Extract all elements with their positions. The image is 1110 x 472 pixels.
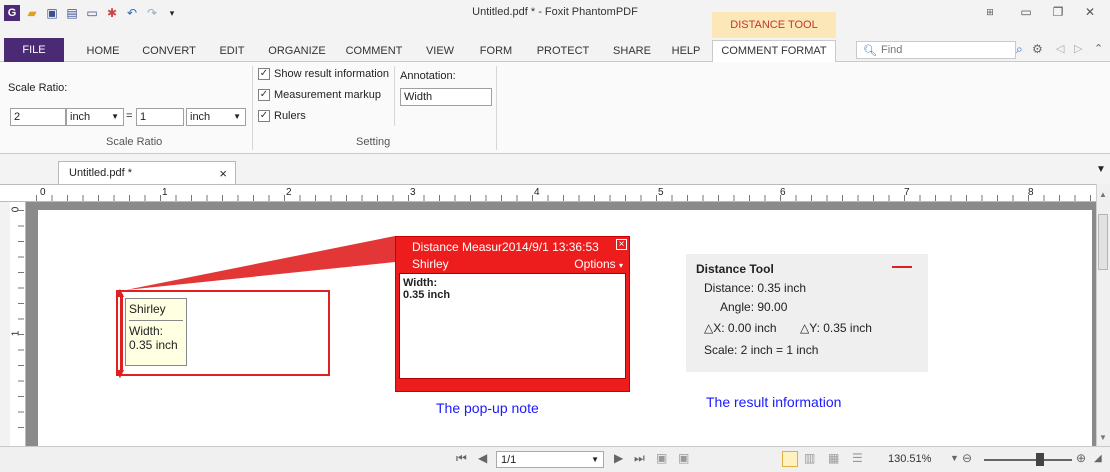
continuous-view-icon[interactable]: ▥ [804, 451, 815, 465]
zoom-slider-track[interactable] [984, 459, 1072, 461]
arrow-up-icon: ▲ [113, 284, 127, 300]
tooltip-label: Width: [129, 324, 164, 338]
distance-tool-icon [892, 266, 912, 268]
popup-leader [126, 236, 395, 290]
next-view-icon[interactable]: ▣ [678, 451, 689, 465]
result-distance: Distance: 0.35 inch [704, 281, 807, 295]
distance-line[interactable] [120, 294, 123, 372]
caption-popup-note: The pop-up note [436, 400, 539, 416]
popup-close-icon[interactable]: × [616, 239, 627, 250]
result-angle: Angle: 90.00 [720, 300, 788, 314]
previous-view-icon[interactable]: ▣ [656, 451, 667, 465]
tooltip-value: 0.35 inch [129, 338, 178, 352]
tooltip-divider [129, 320, 183, 321]
scroll-down-icon[interactable]: ▼ [1099, 433, 1107, 442]
zoom-slider-thumb[interactable] [1036, 453, 1044, 466]
result-scale: Scale: 2 inch = 1 inch [704, 343, 819, 357]
zoom-dropdown-icon[interactable]: ▼ [950, 453, 959, 463]
popup-options-label: Options [574, 257, 616, 271]
page-number-input[interactable]: 1/1 ▼ [496, 451, 604, 468]
resize-grip-icon: ◢ [1094, 453, 1102, 464]
first-page-icon[interactable]: ⏮ [456, 451, 467, 466]
facing-view-icon[interactable]: ▦ [828, 451, 839, 465]
arrow-down-icon: ▼ [113, 365, 127, 381]
chevron-down-icon: ▾ [618, 261, 623, 270]
result-delta-y: △Y: 0.35 inch [800, 321, 872, 335]
next-page-icon[interactable]: ▶ [614, 451, 623, 465]
popup-title: Distance Measur2014/9/1 13:36:53 [412, 240, 599, 254]
popup-note[interactable]: Distance Measur2014/9/1 13:36:53 × Shirl… [395, 236, 630, 392]
continuous-facing-view-icon[interactable]: ☰ [852, 451, 863, 465]
result-information-panel: Distance Tool Distance: 0.35 inch Angle:… [686, 254, 928, 372]
zoom-in-icon[interactable]: ⊕ [1076, 451, 1086, 465]
result-delta-x: △X: 0.00 inch [704, 321, 777, 335]
caption-result-information: The result information [706, 394, 842, 410]
popup-body[interactable]: Width: 0.35 inch [399, 273, 626, 379]
last-page-icon[interactable]: ⏭ [634, 451, 645, 466]
popup-body-value: 0.35 inch [403, 289, 451, 301]
status-bar: ⏮ ◀ 1/1 ▼ ▶ ⏭ ▣ ▣ ▥ ▦ ☰ 130.51% ▼ ⊖ ⊕ ◢ [0, 446, 1110, 472]
popup-author: Shirley [412, 257, 449, 271]
popup-options-menu[interactable]: Options ▾ [574, 257, 623, 271]
chevron-down-icon: ▼ [591, 455, 599, 464]
scroll-up-icon[interactable]: ▲ [1099, 190, 1107, 199]
scrollbar-thumb[interactable] [1098, 214, 1108, 270]
zoom-level[interactable]: 130.51% [888, 453, 931, 465]
previous-page-icon[interactable]: ◀ [478, 451, 487, 465]
result-title: Distance Tool [696, 262, 774, 276]
tooltip-author: Shirley [129, 302, 166, 316]
zoom-out-icon[interactable]: ⊖ [962, 451, 972, 465]
measurement-tooltip: Shirley Width: 0.35 inch [125, 298, 187, 366]
popup-body-label: Width: [403, 277, 438, 289]
page-number-value: 1/1 [501, 454, 517, 466]
single-page-view-icon[interactable] [782, 451, 798, 467]
